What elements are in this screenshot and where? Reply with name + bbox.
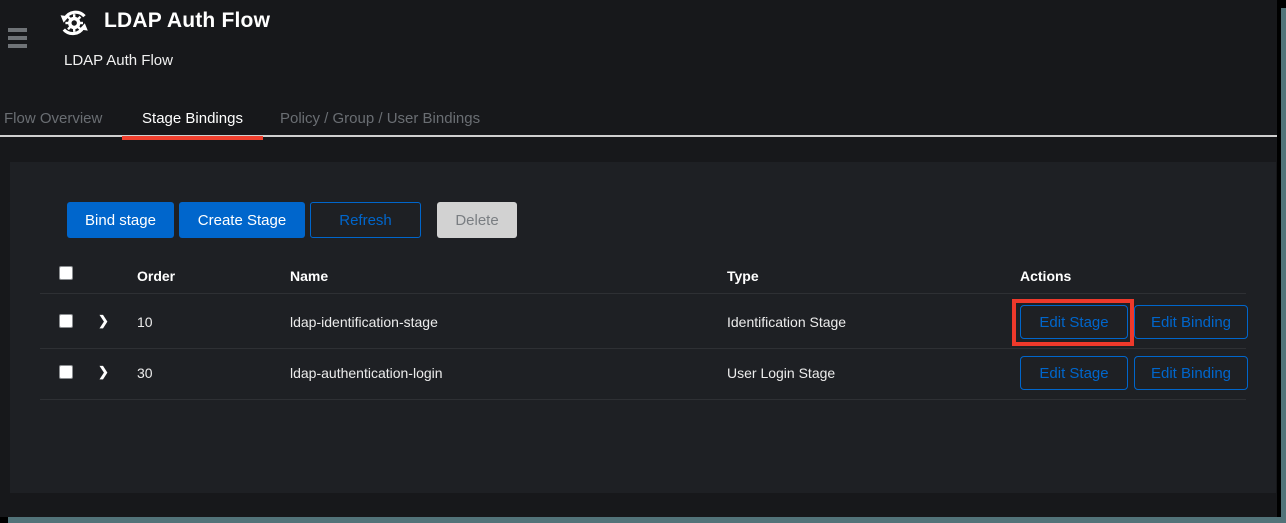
delete-button[interactable]: Delete	[437, 202, 517, 238]
tab-policy-group-user-bindings[interactable]: Policy / Group / User Bindings	[280, 100, 480, 137]
edit-stage-button[interactable]: Edit Stage	[1020, 305, 1128, 339]
refresh-button[interactable]: Refresh	[310, 202, 421, 238]
create-stage-button[interactable]: Create Stage	[179, 202, 305, 238]
column-header-order: Order	[137, 268, 175, 284]
process-automation-icon	[57, 7, 93, 44]
edit-binding-button[interactable]: Edit Binding	[1134, 305, 1248, 339]
cell-order: 30	[137, 365, 153, 381]
window-edge	[8, 517, 1286, 523]
bind-stage-button[interactable]: Bind stage	[67, 202, 174, 238]
cell-type: User Login Stage	[727, 365, 835, 381]
divider	[40, 293, 1246, 294]
edit-stage-button[interactable]: Edit Stage	[1020, 356, 1128, 390]
hamburger-icon[interactable]	[8, 28, 27, 52]
tab-bar: Flow Overview Stage Bindings Policy / Gr…	[0, 100, 1277, 137]
edit-binding-button[interactable]: Edit Binding	[1134, 356, 1248, 390]
page-title: LDAP Auth Flow	[104, 9, 270, 33]
tab-flow-overview[interactable]: Flow Overview	[4, 100, 102, 137]
divider	[40, 399, 1246, 400]
page-subtitle: LDAP Auth Flow	[64, 52, 173, 69]
cell-name: ldap-identification-stage	[290, 314, 438, 330]
cell-order: 10	[137, 314, 153, 330]
column-header-actions: Actions	[1020, 268, 1071, 284]
row-checkbox[interactable]	[59, 365, 73, 379]
chevron-right-icon[interactable]: ❯	[98, 364, 109, 380]
page: LDAP Auth Flow LDAP Auth Flow Flow Overv…	[0, 0, 1277, 517]
cell-type: Identification Stage	[727, 314, 846, 330]
tab-stage-bindings[interactable]: Stage Bindings	[122, 100, 263, 137]
column-header-type: Type	[727, 268, 759, 284]
row-checkbox[interactable]	[59, 314, 73, 328]
column-header-name: Name	[290, 268, 328, 284]
window-edge	[1281, 8, 1286, 523]
chevron-right-icon[interactable]: ❯	[98, 313, 109, 329]
select-all-checkbox[interactable]	[59, 266, 73, 280]
app-window: LDAP Auth Flow LDAP Auth Flow Flow Overv…	[0, 0, 1286, 523]
cell-name: ldap-authentication-login	[290, 365, 443, 381]
divider	[40, 348, 1246, 349]
